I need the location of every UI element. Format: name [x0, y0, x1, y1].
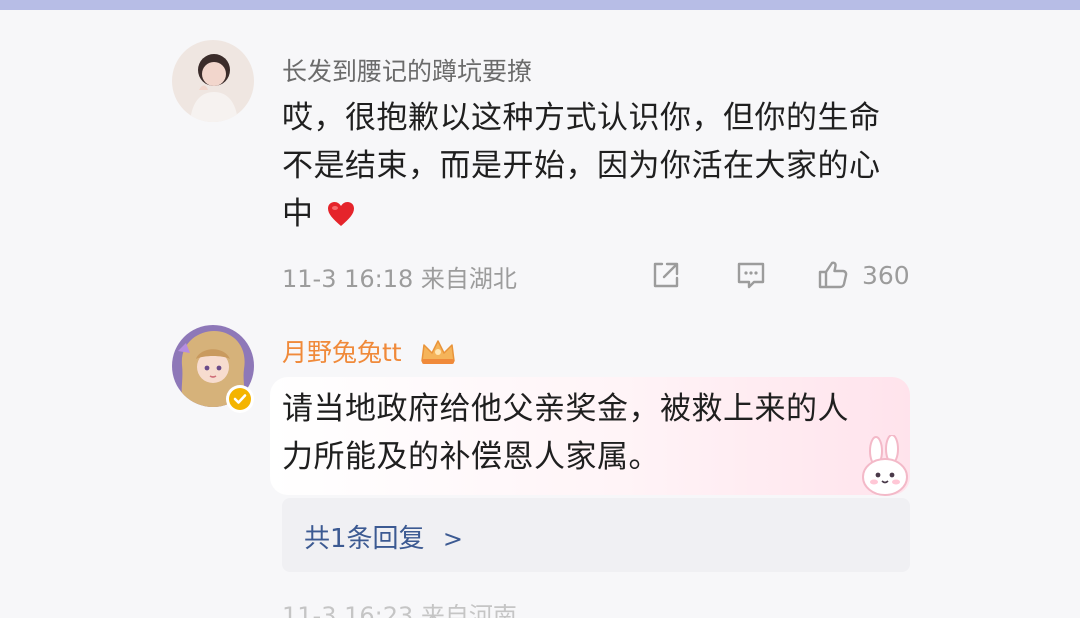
comment-meta: 11-3 16:18 来自湖北 360 [282, 255, 912, 295]
comment-line: 力所能及的补偿恩人家属。 [282, 439, 660, 475]
comment-list: 长发到腰记的蹲坑要撩 哎，很抱歉以这种方式认识你，但你的生命 不是结束，而是开始… [0, 10, 1080, 618]
reply-button[interactable] [734, 255, 768, 295]
replies-label: 共1条回复 > [304, 518, 463, 555]
heart-emoji-icon [326, 194, 356, 242]
replies-count-text: 共1条回复 [304, 524, 425, 554]
crown-badge-icon [418, 337, 458, 377]
time-location: 11-3 16:23 来自河南 [282, 604, 517, 618]
share-icon [653, 262, 679, 288]
username-text: 月野兔兔tt [282, 338, 402, 367]
view-replies-button[interactable]: 共1条回复 > [282, 498, 910, 572]
comment-line: 请当地政府给他父亲奖金，被救上来的人 [282, 391, 849, 427]
avatar-image [172, 40, 254, 122]
chevron-right-icon: > [442, 525, 463, 553]
comment-line-text: 中 [282, 196, 314, 232]
next-comment-meta-partial: 11-3 16:23 来自河南 [282, 604, 912, 618]
like-count: 360 [862, 260, 910, 290]
username[interactable]: 月野兔兔tt [282, 335, 458, 377]
share-button[interactable] [648, 255, 682, 295]
comment-line: 不是结束，而是开始，因为你活在大家的心 [282, 148, 881, 184]
comment-text: 哎，很抱歉以这种方式认识你，但你的生命 不是结束，而是开始，因为你活在大家的心 … [282, 94, 922, 242]
like-button[interactable]: 360 [816, 255, 910, 295]
username[interactable]: 长发到腰记的蹲坑要撩 [282, 54, 532, 90]
comment-icon [737, 262, 765, 289]
comment-line: 哎，很抱歉以这种方式认识你，但你的生命 [282, 100, 881, 136]
avatar[interactable] [172, 40, 254, 122]
top-bar [0, 0, 1080, 10]
thumbs-up-icon [818, 261, 848, 289]
comment-text: 请当地政府给他父亲奖金，被救上来的人 力所能及的补偿恩人家属。 [282, 385, 922, 481]
verified-badge-icon [226, 385, 254, 413]
comment-line: 中 [282, 190, 922, 242]
time-location: 11-3 16:18 来自湖北 [282, 265, 517, 293]
